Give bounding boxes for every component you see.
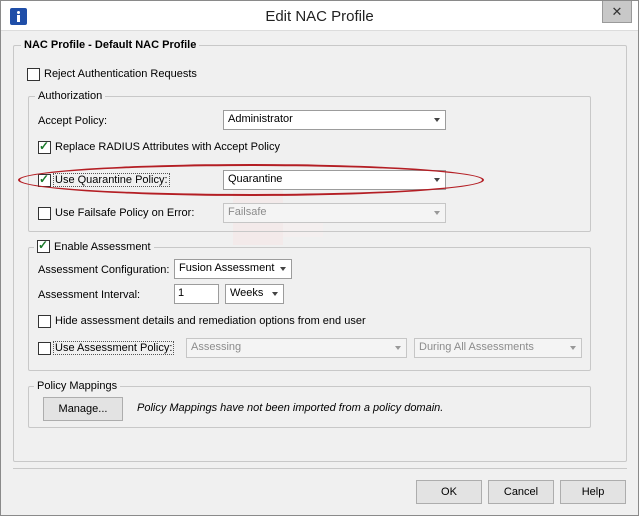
failsafe-policy-select[interactable]: Failsafe [223,203,446,223]
reject-auth-checkbox[interactable] [27,68,40,81]
replace-radius-label: Replace RADIUS Attributes with Accept Po… [55,141,280,153]
hide-assessment-details-label: Hide assessment details and remediation … [55,315,366,327]
authorization-group-title: Authorization [35,90,106,102]
accept-policy-value: Administrator [228,113,293,125]
policy-mappings-note: Policy Mappings have not been imported f… [137,402,444,414]
use-assessment-policy-label: Use Assessment Policy: [52,341,175,355]
assessment-interval-unit-select[interactable]: Weeks [225,284,284,304]
help-button[interactable]: Help [560,480,626,504]
assessment-config-value: Fusion Assessment [179,262,275,274]
assessment-group-header: Enable Assessment [34,238,154,253]
assessment-interval-unit-value: Weeks [230,287,264,299]
use-failsafe-label: Use Failsafe Policy on Error: [55,207,195,219]
replace-radius-checkbox[interactable] [38,139,51,154]
quarantine-highlight-ellipse [18,164,484,196]
chevron-down-icon [570,346,576,350]
chevron-down-icon [434,211,440,215]
hide-assessment-details-checkbox[interactable] [38,315,51,328]
cancel-button[interactable]: Cancel [488,480,554,504]
enable-assessment-label: Enable Assessment [54,240,151,253]
window-title: Edit NAC Profile [265,8,374,25]
failsafe-policy-value: Failsafe [228,206,267,218]
title-bar[interactable]: Edit NAC Profile ✕ [1,1,638,31]
assessment-policy-select[interactable]: Assessing [186,338,407,358]
close-button[interactable]: ✕ [602,1,632,23]
assessment-policy-when-select[interactable]: During All Assessments [414,338,582,358]
ok-button[interactable]: OK [416,480,482,504]
assessment-config-select[interactable]: Fusion Assessment [174,259,292,279]
assessment-interval-input[interactable]: 1 [174,284,219,304]
use-assessment-policy-checkbox[interactable] [38,342,51,355]
policy-mappings-group-title: Policy Mappings [34,380,121,392]
accept-policy-select[interactable]: Administrator [223,110,446,130]
assessment-policy-when-value: During All Assessments [419,341,534,353]
enable-assessment-checkbox[interactable] [37,238,50,253]
assessment-interval-label: Assessment Interval: [38,289,141,301]
accept-policy-label: Accept Policy: [38,115,108,127]
assessment-policy-value: Assessing [191,341,242,353]
chevron-down-icon [434,118,440,122]
use-failsafe-checkbox[interactable] [38,207,51,220]
manage-button[interactable]: Manage... [43,397,123,421]
chevron-down-icon [280,267,286,271]
chevron-down-icon [272,292,278,296]
close-icon: ✕ [611,3,623,19]
footer-divider [13,468,627,469]
nac-profile-group-title: NAC Profile - Default NAC Profile [21,39,200,51]
chevron-down-icon [395,346,401,350]
reject-auth-label: Reject Authentication Requests [44,68,197,80]
edit-nac-profile-window: Edit NAC Profile ✕ NAC Profile - Default… [0,0,639,516]
assessment-config-label: Assessment Configuration: [38,264,170,276]
